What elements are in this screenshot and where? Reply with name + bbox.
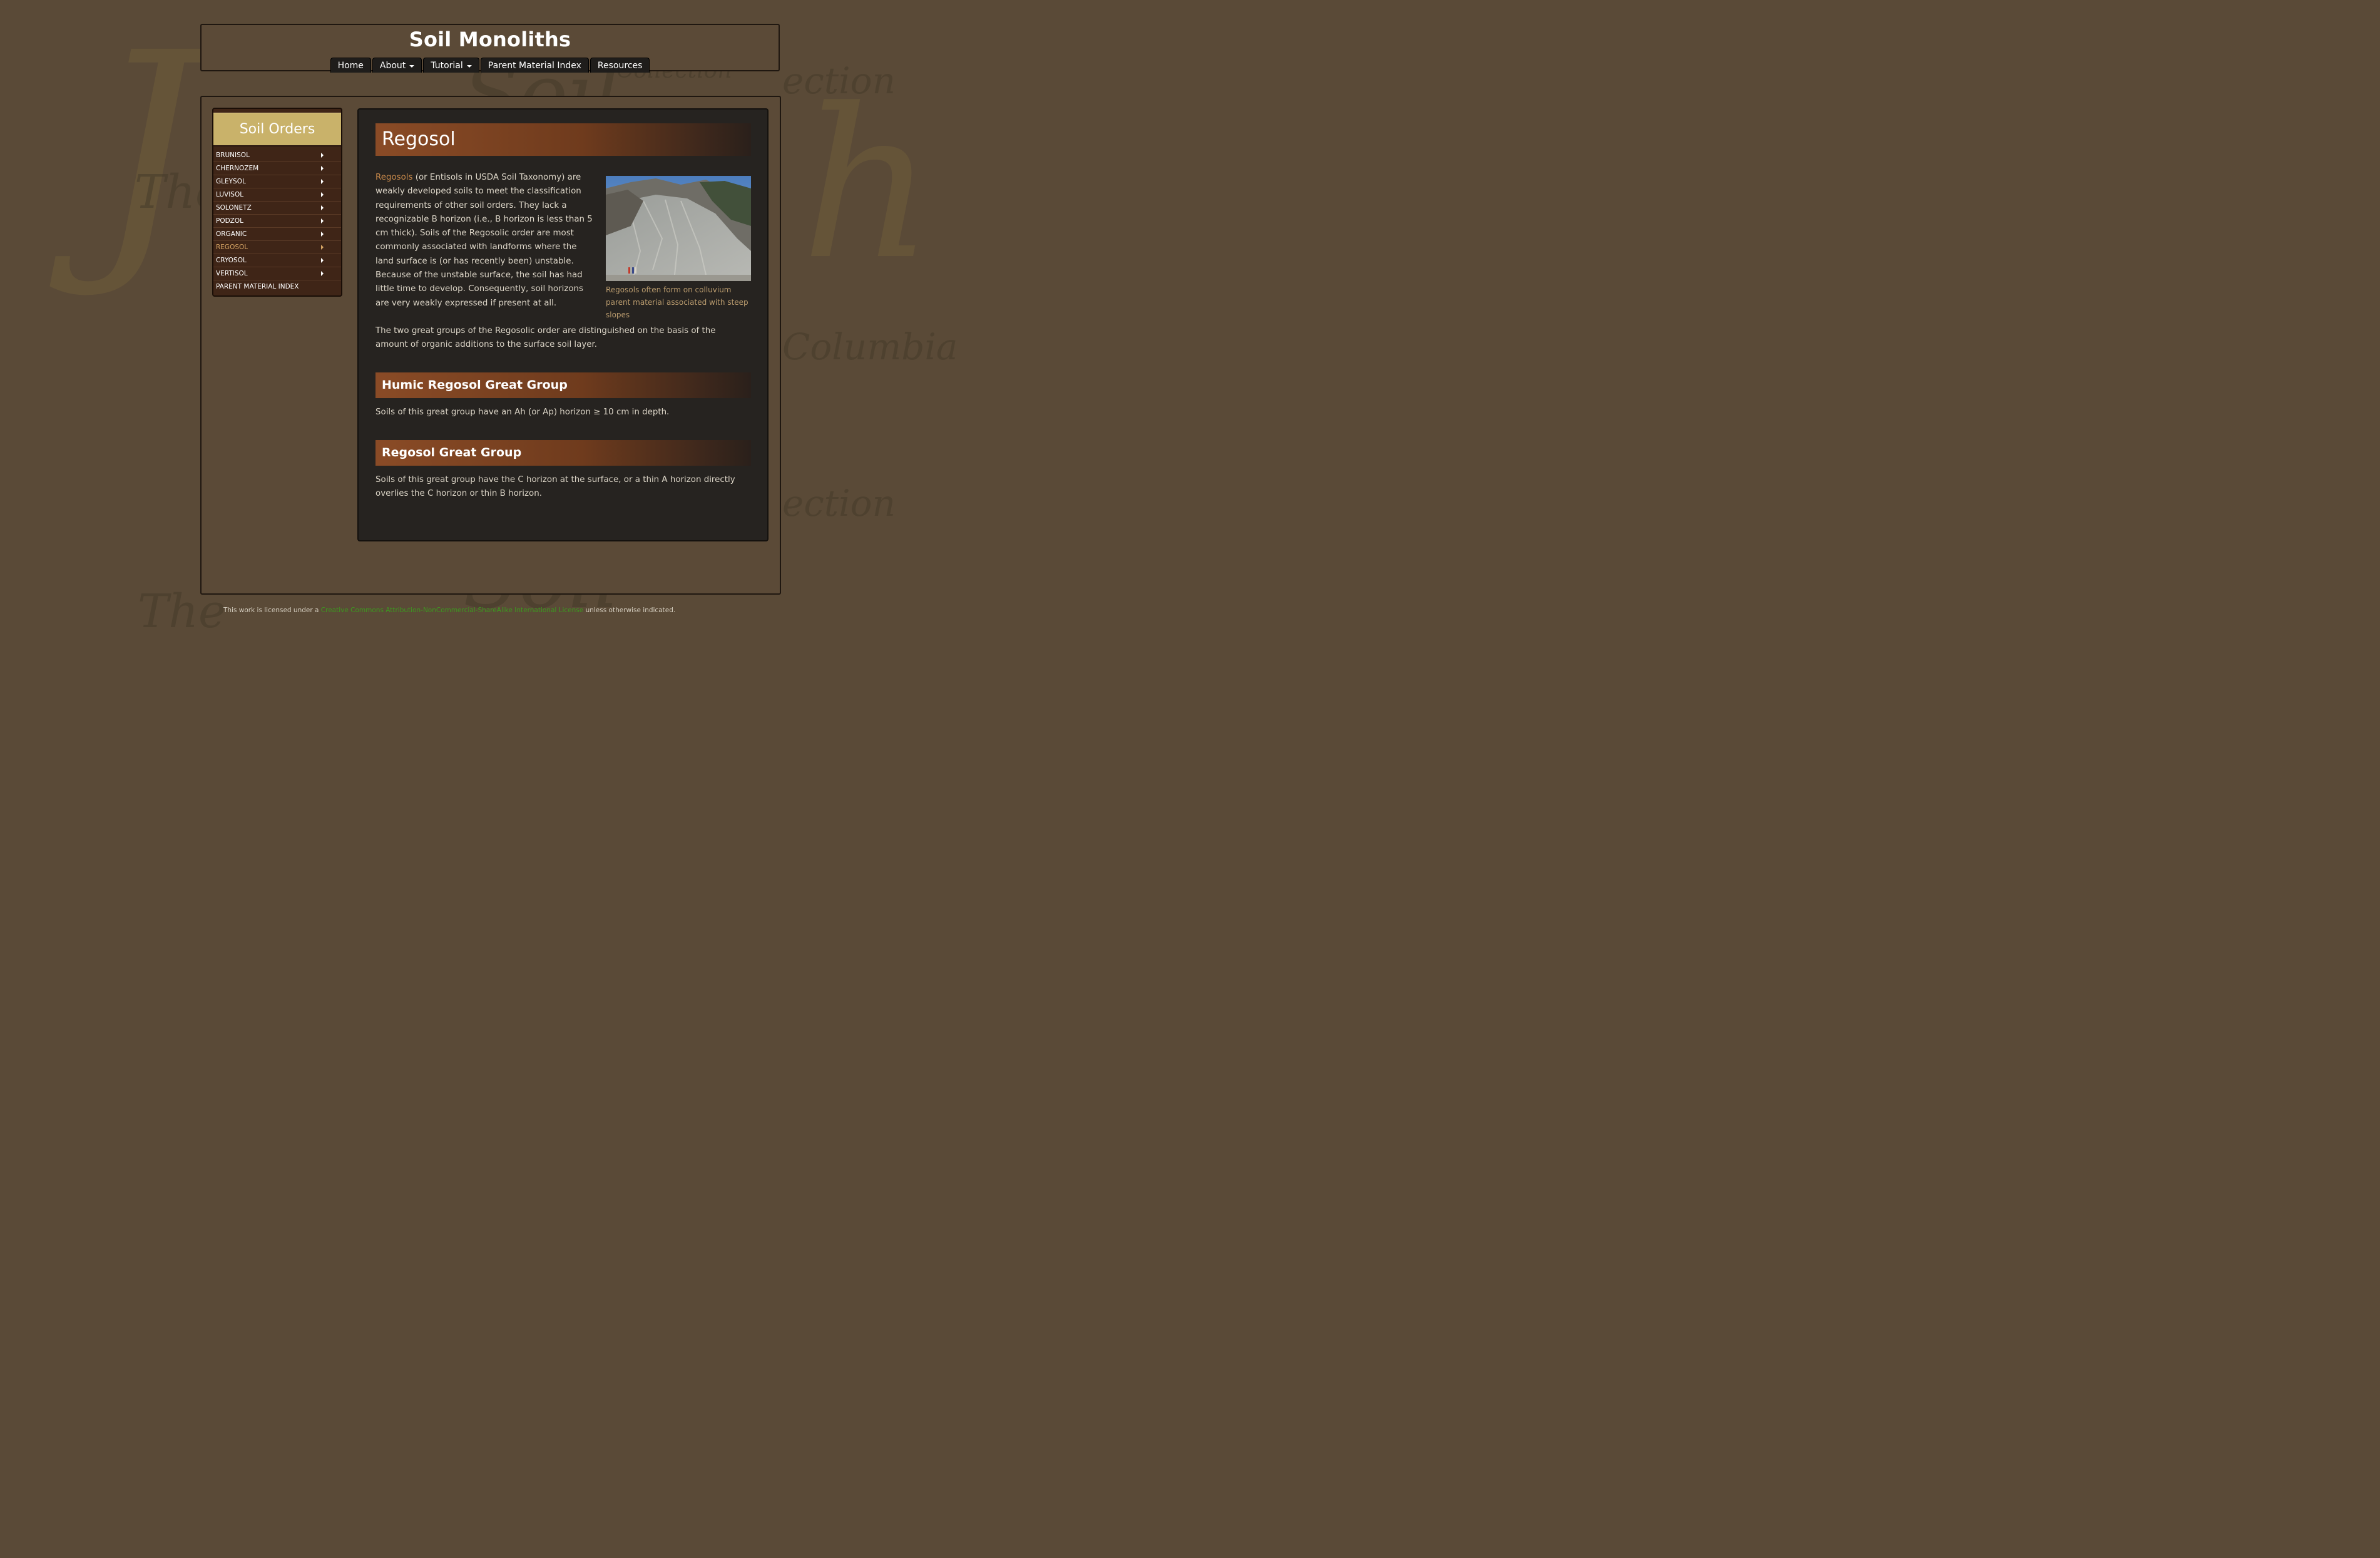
chevron-right-icon	[321, 271, 324, 276]
nav-home[interactable]: Home	[330, 58, 371, 73]
sidebar-item-label: PARENT MATERIAL INDEX	[216, 283, 299, 290]
chevron-right-icon	[321, 205, 324, 210]
nav-parent-material-index[interactable]: Parent Material Index	[480, 58, 589, 73]
main-nav: Home About Tutorial Parent Material Inde…	[202, 58, 779, 73]
watermark-text: ection	[782, 482, 896, 525]
section-heading-regosol: Regosol Great Group	[375, 440, 751, 466]
sidebar-item-regosol[interactable]: REGOSOL	[213, 241, 341, 254]
license-link[interactable]: Creative Commons Attribution-NonCommerci…	[321, 607, 583, 614]
section-heading-humic-regosol: Humic Regosol Great Group	[375, 372, 751, 398]
sidebar-item-label: GLEYSOL	[216, 178, 246, 185]
sidebar-item-organic[interactable]: ORGANIC	[213, 228, 341, 241]
nav-home-label: Home	[337, 60, 364, 71]
sidebar-item-luvisol[interactable]: LUVISOL	[213, 188, 341, 202]
nav-resources-label: Resources	[597, 60, 643, 71]
regosol-figure: Regosols often form on colluvium parent …	[606, 176, 751, 321]
section-text-regosol: Soils of this great group have the C hor…	[375, 475, 735, 499]
site-header: Soil Monoliths Home About Tutorial Paren…	[200, 24, 780, 73]
nav-about[interactable]: About	[372, 58, 422, 73]
nav-tutorial[interactable]: Tutorial	[423, 58, 479, 73]
intro-text: (or Entisols in USDA Soil Taxonomy) are …	[375, 173, 593, 308]
license-prefix: This work is licensed under a	[223, 607, 321, 614]
sidebar-item-label: REGOSOL	[216, 243, 248, 251]
sidebar-item-solonetz[interactable]: SOLONETZ	[213, 202, 341, 215]
chevron-right-icon	[321, 218, 324, 223]
nav-parent-material-index-label: Parent Material Index	[488, 60, 581, 71]
intro-paragraph: Regosols (or Entisols in USDA Soil Taxon…	[375, 171, 595, 310]
figure-caption: Regosols often form on colluvium parent …	[606, 285, 748, 319]
sidebar-item-label: LUVISOL	[216, 191, 244, 198]
chevron-right-icon	[321, 232, 324, 237]
sidebar-list: BRUNISOL CHERNOZEM GLEYSOL LUVISOL SOLON…	[213, 149, 341, 293]
sidebar-heading: Soil Orders	[213, 113, 341, 146]
license-footer: This work is licensed under a Creative C…	[223, 607, 675, 614]
nav-about-label: About	[379, 60, 406, 71]
sidebar-item-label: CHERNOZEM	[216, 165, 259, 172]
watermark-text: Columbia	[782, 325, 958, 368]
sidebar-item-cryosol[interactable]: CRYOSOL	[213, 254, 341, 267]
chevron-right-icon	[321, 192, 324, 197]
caret-down-icon	[466, 64, 472, 68]
sidebar-item-label: PODZOL	[216, 217, 243, 225]
nav-tutorial-label: Tutorial	[431, 60, 463, 71]
sidebar-item-label: VERTISOL	[216, 270, 248, 277]
sidebar-item-brunisol[interactable]: BRUNISOL	[213, 149, 341, 162]
page-title: Regosol	[375, 123, 751, 156]
chevron-right-icon	[321, 258, 324, 263]
chevron-right-icon	[321, 179, 324, 184]
site-title: Soil Monoliths	[409, 28, 571, 51]
sidebar-item-vertisol[interactable]: VERTISOL	[213, 267, 341, 280]
sidebar-item-label: BRUNISOL	[216, 151, 250, 159]
nav-resources[interactable]: Resources	[590, 58, 650, 73]
sidebar: Soil Orders BRUNISOL CHERNOZEM GLEYSOL L…	[212, 108, 342, 297]
watermark-letter: J	[94, 0, 200, 303]
chevron-right-icon	[321, 245, 324, 250]
sidebar-item-gleysol[interactable]: GLEYSOL	[213, 175, 341, 188]
section-text-humic-regosol: Soils of this great group have an Ah (or…	[375, 407, 670, 417]
chevron-right-icon	[321, 153, 324, 158]
watermark-text: ection	[782, 59, 896, 102]
regosols-link[interactable]: Regosols	[375, 173, 413, 182]
sidebar-item-label: SOLONETZ	[216, 204, 252, 212]
sidebar-item-parent-material-index[interactable]: PARENT MATERIAL INDEX	[213, 280, 341, 293]
colluvium-slope-photo	[606, 176, 751, 281]
license-suffix: unless otherwise indicated.	[583, 607, 676, 614]
watermark-letter: h	[801, 64, 934, 305]
watermark-text: The	[138, 585, 226, 638]
sidebar-item-podzol[interactable]: PODZOL	[213, 215, 341, 228]
content-panel: Regosol Regosols (or Entisols in USDA So…	[357, 108, 769, 541]
great-groups-paragraph: The two great groups of the Regosolic or…	[375, 326, 716, 350]
caret-down-icon	[409, 64, 415, 68]
sidebar-item-chernozem[interactable]: CHERNOZEM	[213, 162, 341, 175]
sidebar-item-label: ORGANIC	[216, 230, 247, 238]
sidebar-item-label: CRYOSOL	[216, 257, 247, 264]
chevron-right-icon	[321, 166, 324, 171]
